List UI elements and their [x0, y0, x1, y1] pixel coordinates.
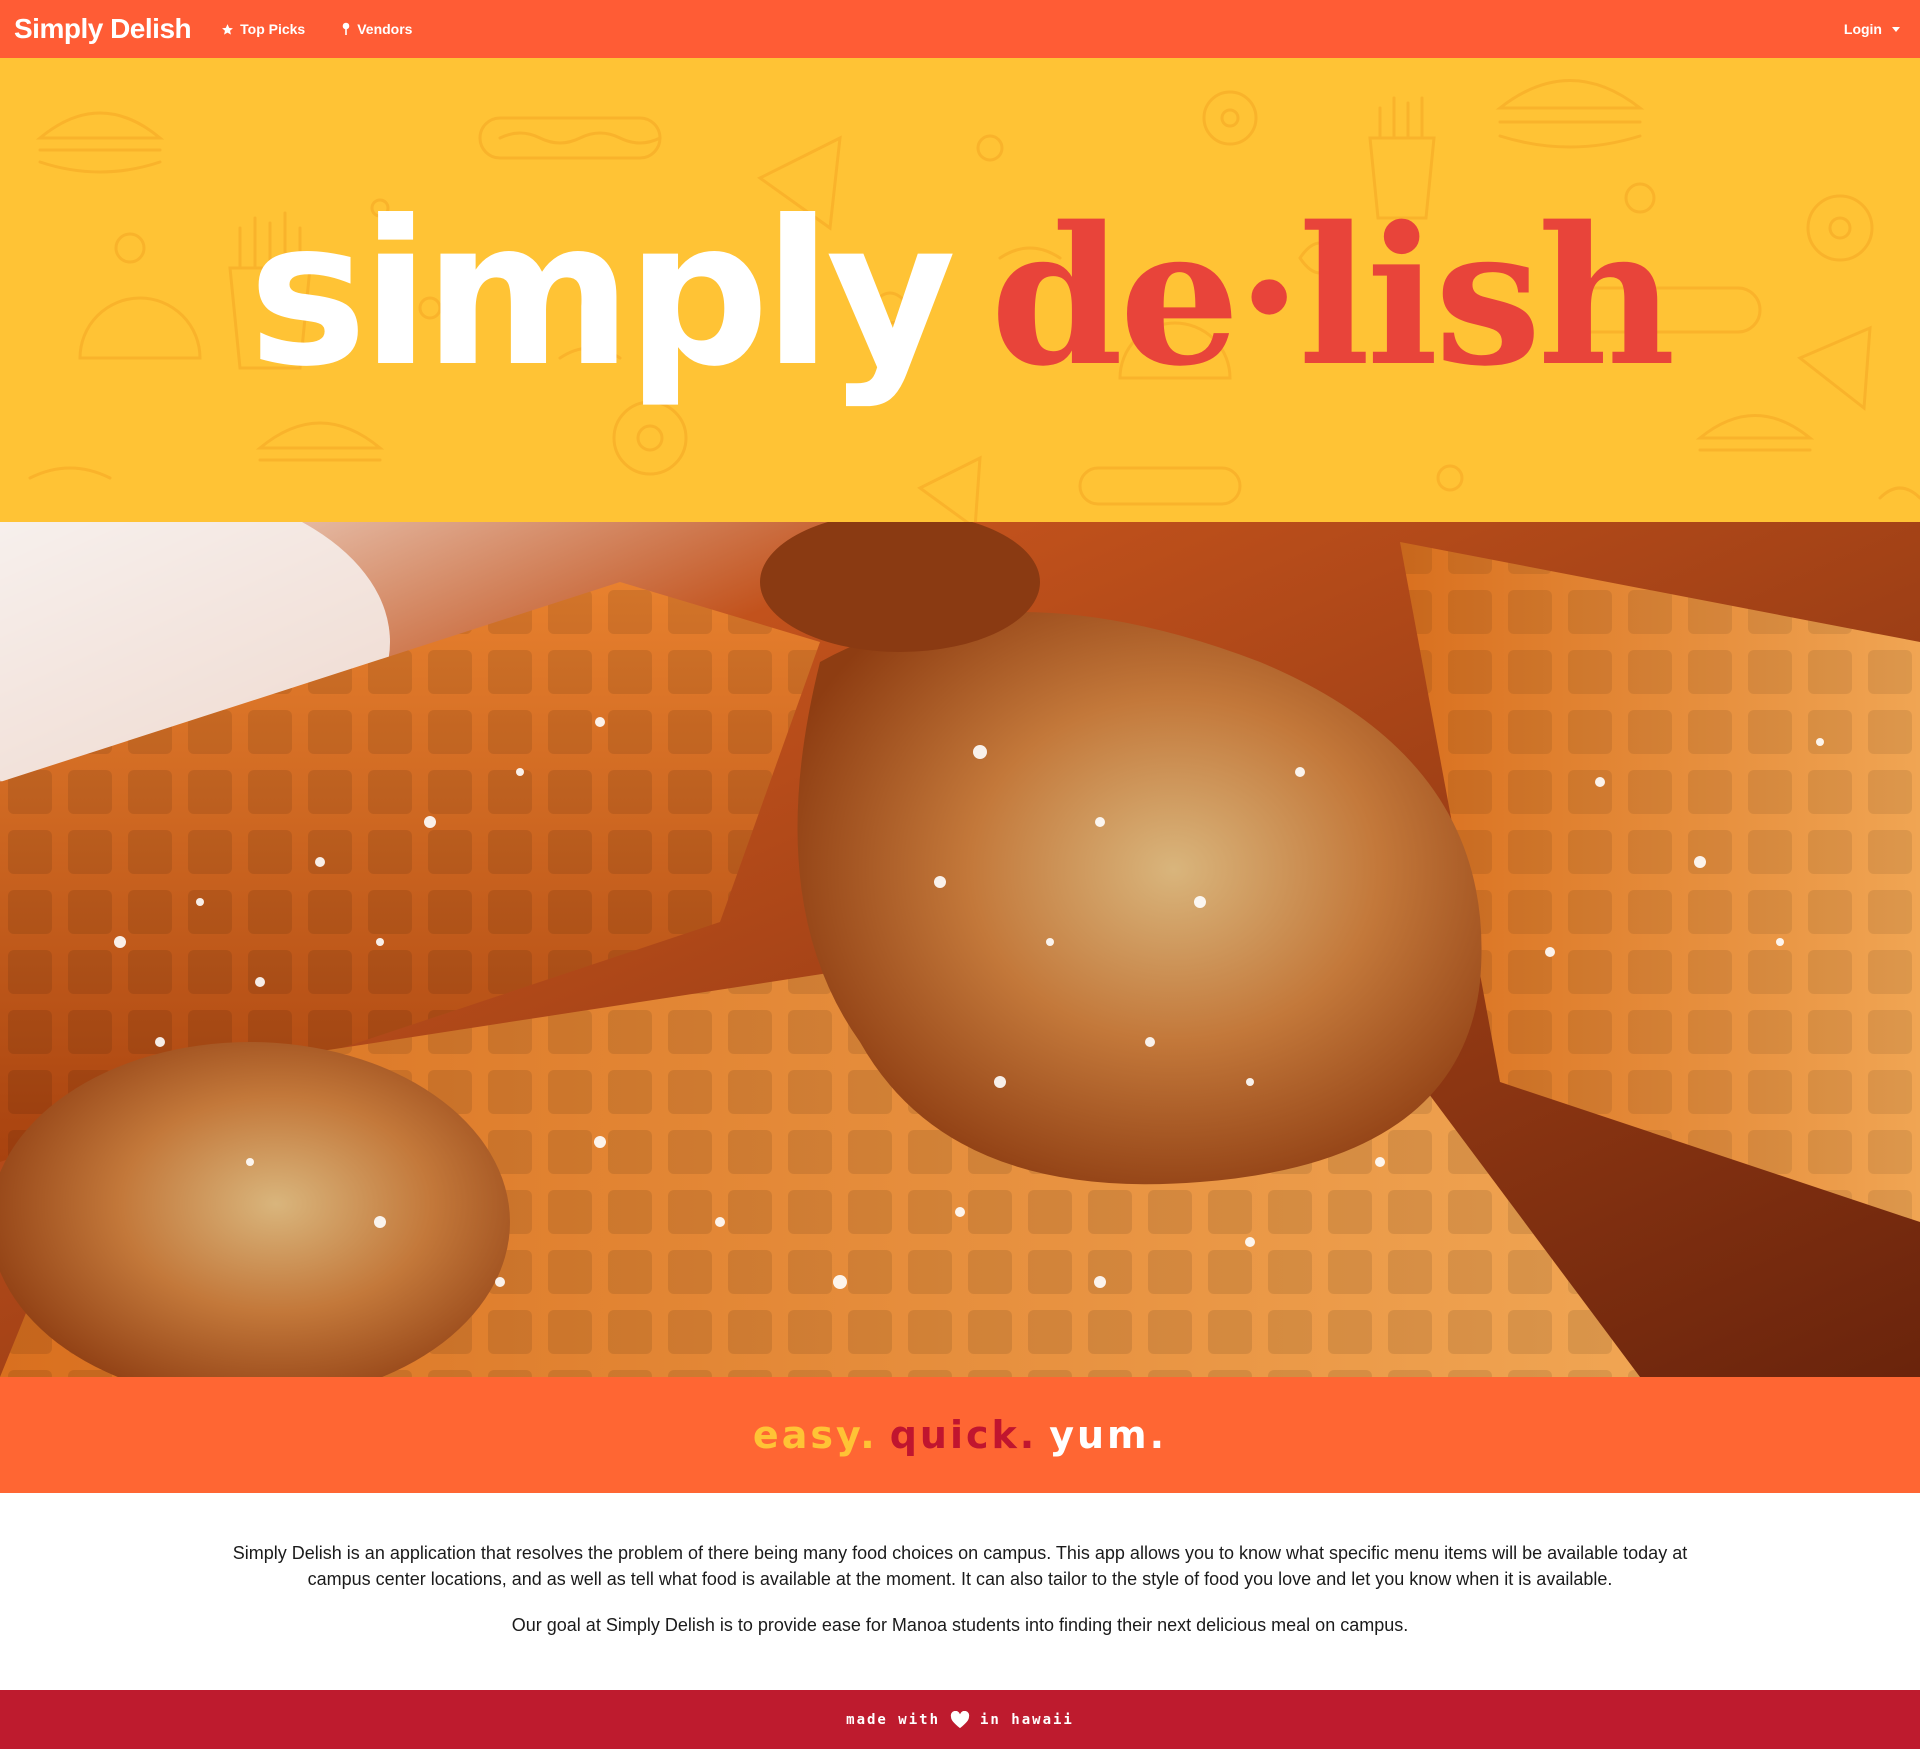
tagline-band: easy. quick. yum.	[0, 1377, 1920, 1493]
nav-top-picks[interactable]: Top Picks	[221, 21, 305, 37]
footer-in-hawaii: in hawaii	[980, 1711, 1074, 1728]
star-icon	[222, 23, 234, 35]
tagline-quick: quick.	[889, 1413, 1038, 1457]
about-paragraph-1: Simply Delish is an application that res…	[232, 1543, 1688, 1589]
about-paragraph-2: Our goal at Simply Delish is to provide …	[511, 1615, 1409, 1635]
nav-vendors[interactable]: Vendors	[341, 21, 412, 37]
map-pin-icon	[342, 22, 350, 35]
hero-banner: simply de·lish	[0, 58, 1920, 522]
tagline: easy. quick. yum.	[753, 1413, 1167, 1457]
about-section: Simply Delish is an application that res…	[220, 1540, 1700, 1658]
heart-icon	[950, 1710, 970, 1729]
login-dropdown[interactable]: Login	[1844, 21, 1906, 37]
simply-delish-logo: simply de·lish	[0, 178, 1920, 411]
chicken-and-waffles-photo	[0, 522, 1920, 1377]
logo-simply-text: simply	[248, 178, 956, 411]
brand-link[interactable]: Simply Delish	[14, 13, 192, 45]
footer: made with in hawaii	[0, 1690, 1920, 1749]
food-photo-illustration	[0, 522, 1920, 1377]
footer-made-with: made with	[846, 1711, 940, 1728]
tagline-yum: yum.	[1049, 1413, 1168, 1457]
top-navbar: Simply Delish Top Picks Vendors Login	[0, 0, 1920, 58]
tagline-easy: easy.	[752, 1413, 878, 1457]
caret-down-icon	[1892, 26, 1900, 32]
login-label: Login	[1843, 21, 1882, 37]
nav-top-picks-label: Top Picks	[240, 21, 306, 37]
nav-vendors-label: Vendors	[357, 21, 413, 37]
logo-delish-text: de·lish	[990, 185, 1675, 408]
